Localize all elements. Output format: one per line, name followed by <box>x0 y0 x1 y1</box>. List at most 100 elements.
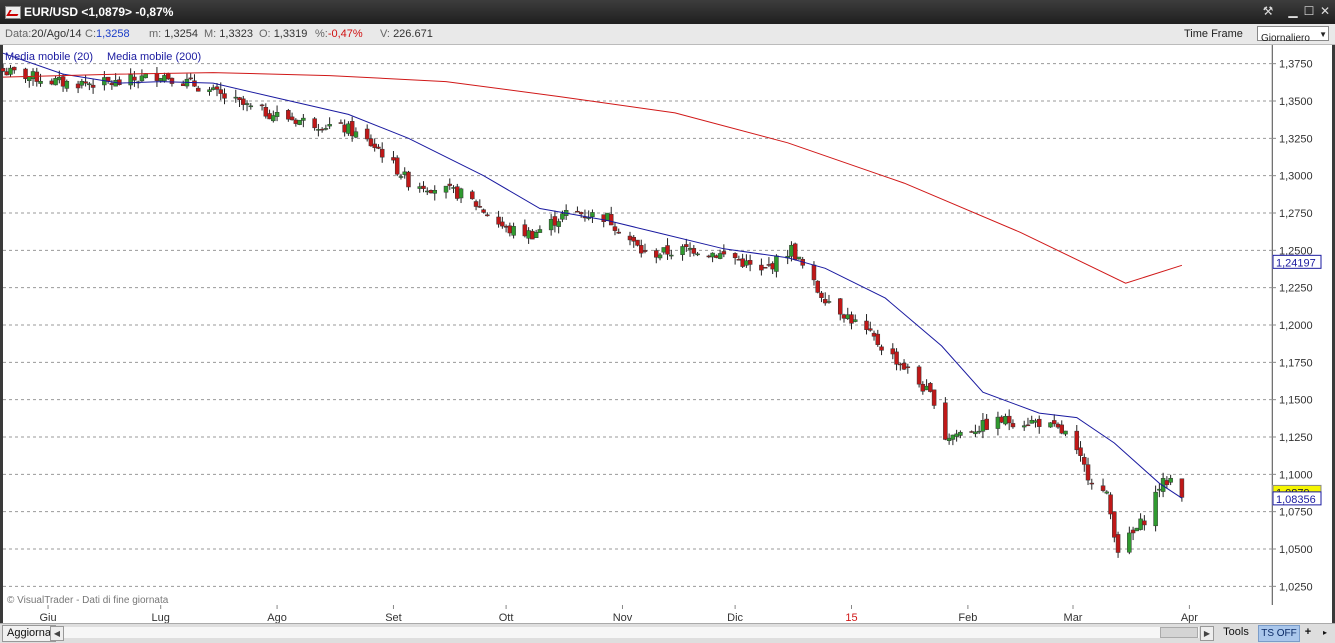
candle-body <box>90 84 96 88</box>
candle-body <box>1142 520 1147 526</box>
candle-body <box>364 128 370 140</box>
candle-body <box>49 80 55 85</box>
candle-body <box>849 314 854 324</box>
info-min: m: 1,3254 <box>149 28 198 40</box>
candle-body <box>368 138 374 147</box>
candle-body <box>924 385 929 391</box>
candle-body <box>841 314 847 319</box>
candle-body <box>706 255 712 258</box>
candle-body <box>379 148 385 158</box>
tools-icon[interactable]: ⚒ <box>1260 3 1276 19</box>
candle-body <box>507 225 513 234</box>
ts-off-button[interactable]: TS OFF <box>1258 625 1300 642</box>
candle-body <box>406 171 411 188</box>
candle-body <box>267 113 272 120</box>
price-label-text: 1,24197 <box>1276 257 1316 269</box>
price-chart[interactable]: 1,37501,35001,32501,30001,27501,25001,22… <box>0 45 1335 623</box>
x-tick-label: Apr <box>1181 612 1198 623</box>
y-tick-label: 1,1250 <box>1279 432 1313 444</box>
candle-body <box>759 264 764 271</box>
candle-body <box>928 383 933 392</box>
candle-body <box>680 246 685 255</box>
x-tick-label: Ago <box>267 612 287 623</box>
candle-body <box>64 81 70 89</box>
scrollbar-thumb[interactable] <box>1160 627 1198 638</box>
x-tick-label: Lug <box>152 612 170 623</box>
candle-body <box>1179 478 1185 498</box>
y-tick-label: 1,2250 <box>1279 283 1313 295</box>
watermark-text: © VisualTrader - Dati di fine giornata <box>7 595 169 606</box>
candle-body <box>736 259 742 261</box>
candle-body <box>774 255 779 272</box>
candle-body <box>180 83 186 87</box>
candle-body <box>210 87 216 90</box>
candle-body <box>1036 418 1042 427</box>
candle-body <box>871 332 877 337</box>
x-tick-label: Ott <box>499 612 514 623</box>
candle-body <box>740 258 745 267</box>
candle-body <box>218 89 224 94</box>
candle-body <box>811 264 817 281</box>
title-bar[interactable]: EUR/USD <1,0879> -0,87% ⚒ ▁ ☐ ✕ <box>0 0 1335 24</box>
scroll-left-button[interactable]: ◀ <box>50 626 64 641</box>
timeframe-select[interactable]: Giornaliero ▼ <box>1257 26 1329 44</box>
candle-body <box>601 214 606 222</box>
candle-body <box>627 235 633 241</box>
candle-body <box>747 260 753 265</box>
candle-body <box>158 78 163 81</box>
price-label-ma20: 1,08356 <box>1272 491 1322 506</box>
chart-app-icon <box>5 6 21 19</box>
candle-body <box>875 333 881 345</box>
time-axis-area <box>3 605 1332 623</box>
candle-body <box>766 264 772 266</box>
candle-body <box>244 103 250 105</box>
info-pct: %:-0,47% <box>315 28 363 40</box>
candle-body <box>1048 422 1053 428</box>
candle-body <box>1006 415 1012 424</box>
candle-body <box>12 66 17 71</box>
candle-body <box>162 75 167 82</box>
candle-body <box>687 247 693 250</box>
candle-body <box>1134 527 1140 532</box>
candle-body <box>23 68 28 80</box>
candle-body <box>717 253 723 259</box>
candle-body <box>349 121 355 137</box>
candle-body <box>916 366 922 385</box>
candle-body <box>1153 491 1158 527</box>
add-button[interactable]: + <box>1301 625 1315 640</box>
candle-body <box>721 251 727 255</box>
candle-body <box>0 68 6 72</box>
candle-body <box>639 245 644 254</box>
candle-body <box>943 402 948 440</box>
candle-body <box>188 77 193 80</box>
candle-body <box>372 143 377 148</box>
info-close: C:1,3258 <box>85 28 130 40</box>
candle-body <box>8 67 13 75</box>
candle-body <box>425 190 430 193</box>
scroll-right-button[interactable]: ▶ <box>1200 626 1214 641</box>
maximize-button[interactable]: ☐ <box>1301 3 1317 19</box>
close-button[interactable]: ✕ <box>1317 3 1333 19</box>
candle-body <box>1025 424 1031 427</box>
minimize-button[interactable]: ▁ <box>1285 3 1301 19</box>
candle-body <box>496 216 501 225</box>
tools-button[interactable]: Tools <box>1218 625 1254 640</box>
candle-body <box>1074 430 1080 451</box>
candle-body <box>1127 532 1132 553</box>
candle-body <box>789 244 794 257</box>
candle-body <box>1033 420 1038 423</box>
candle-body <box>1021 425 1027 428</box>
x-tick-label: Nov <box>613 612 633 623</box>
candle-body <box>822 299 828 304</box>
horizontal-scrollbar[interactable] <box>64 627 1199 638</box>
candle-body <box>432 189 438 194</box>
candle-body <box>1063 430 1068 435</box>
candle-body <box>868 328 873 331</box>
candle-body <box>481 209 486 213</box>
y-tick-label: 1,0750 <box>1279 507 1313 519</box>
candle-body <box>451 187 456 189</box>
refresh-button[interactable]: Aggiorna <box>2 625 57 642</box>
candle-body <box>1100 485 1106 491</box>
y-tick-label: 1,0250 <box>1279 581 1313 593</box>
more-icon[interactable]: ▸ <box>1318 625 1332 640</box>
